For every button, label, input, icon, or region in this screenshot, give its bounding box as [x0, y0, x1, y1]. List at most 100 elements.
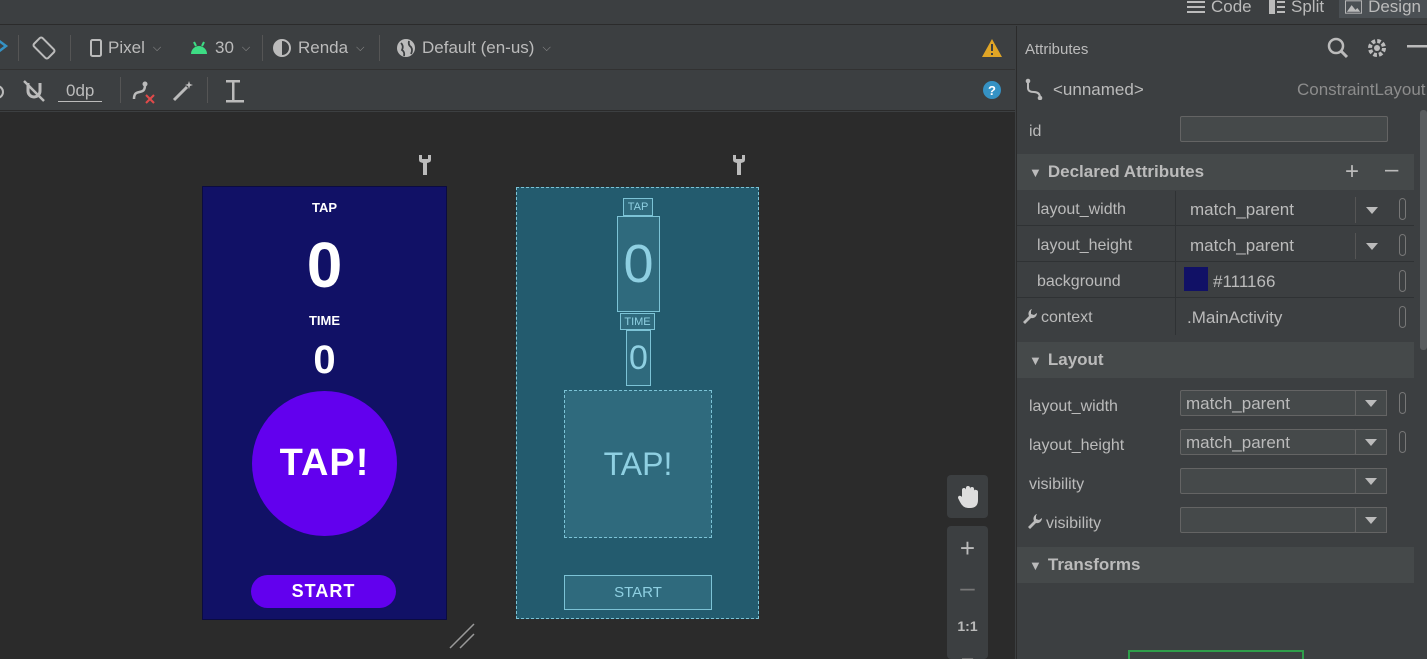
wrench-icon[interactable] [732, 154, 746, 176]
layout-width-dropdown[interactable] [1355, 197, 1387, 223]
layout-height-dropdown[interactable] [1355, 429, 1387, 455]
code-lines-icon [1187, 1, 1205, 13]
reference-toggle[interactable] [1399, 306, 1406, 328]
wrench-icon[interactable] [418, 154, 432, 176]
time-label: TIME [308, 313, 341, 328]
render-mode-selector[interactable]: Renda ⌵ [272, 36, 364, 60]
zoom-in-icon[interactable]: + [947, 534, 988, 562]
blueprint-tap-count[interactable]: 0 [617, 216, 660, 312]
minimize-icon[interactable] [1407, 45, 1427, 49]
reference-toggle[interactable] [1399, 198, 1406, 220]
blueprint-time-label[interactable]: TIME [620, 313, 655, 330]
gear-icon[interactable] [1366, 37, 1388, 59]
visibility-field[interactable] [1180, 468, 1356, 494]
separator [262, 35, 263, 61]
separator [18, 35, 19, 61]
collapse-triangle-icon: ▼ [1029, 557, 1042, 573]
add-attribute-icon[interactable]: + [1345, 158, 1359, 186]
view-options-icon[interactable] [0, 82, 8, 102]
declared-layout-width-value[interactable]: match_parent [1190, 200, 1294, 220]
design-mode-button[interactable]: Design [1339, 0, 1427, 18]
design-canvas[interactable] [0, 112, 1015, 659]
resize-handle-icon[interactable] [448, 622, 476, 650]
zoom-reset-button[interactable]: 1:1 [947, 618, 988, 634]
start-button[interactable]: START [251, 575, 396, 608]
remove-attribute-icon[interactable]: – [1385, 156, 1398, 184]
declared-attributes-section[interactable]: ▼ Declared Attributes + – [1017, 154, 1414, 190]
reference-toggle[interactable] [1399, 431, 1406, 453]
attributes-title: Attributes [1025, 41, 1089, 58]
layout-section[interactable]: ▼ Layout [1017, 342, 1414, 378]
attributes-scrollbar[interactable] [1420, 110, 1427, 350]
separator [207, 77, 208, 103]
column-divider [1175, 191, 1176, 335]
orientation-icon[interactable] [31, 35, 57, 61]
layout-title: Layout [1047, 350, 1104, 369]
layout-width-label: layout_width [1029, 398, 1118, 415]
theme-icon [273, 39, 291, 57]
search-icon[interactable] [1327, 37, 1349, 59]
layers-icon[interactable] [0, 38, 10, 58]
collapse-triangle-icon: ▼ [1029, 352, 1042, 368]
layout-width-field[interactable]: match_parent [1180, 390, 1356, 416]
transforms-title: Transforms [1047, 555, 1141, 574]
split-icon [1269, 0, 1285, 14]
clear-constraints-icon[interactable] [131, 79, 157, 105]
svg-text:?: ? [988, 83, 996, 98]
row-divider [1017, 225, 1414, 226]
zoom-out-icon[interactable]: – [947, 573, 988, 601]
reference-toggle[interactable] [1399, 270, 1406, 292]
layout-width-dropdown[interactable] [1355, 390, 1387, 416]
code-mode-button[interactable]: Code [1187, 0, 1252, 18]
split-mode-button[interactable]: Split [1269, 0, 1324, 18]
api-level-selector[interactable]: 30 ⌵ [189, 36, 250, 60]
separator [120, 77, 121, 103]
locale-selector[interactable]: Default (en-us) ⌵ [396, 36, 551, 60]
declared-layout-height-value[interactable]: match_parent [1190, 236, 1294, 256]
design-mode-label: Design [1368, 0, 1421, 16]
color-swatch[interactable] [1184, 267, 1208, 291]
declared-background-value[interactable]: #111166 [1213, 272, 1275, 292]
warning-icon[interactable] [981, 38, 1003, 58]
chevron-down-icon: ⌵ [241, 41, 251, 54]
layout-width-value: match_parent [1186, 394, 1290, 413]
chevron-down-icon [1365, 516, 1377, 524]
transforms-section[interactable]: ▼ Transforms [1017, 547, 1414, 583]
reference-toggle[interactable] [1399, 392, 1406, 414]
phone-icon [90, 39, 102, 57]
tools-visibility-field[interactable] [1180, 507, 1356, 533]
blueprint-preview[interactable]: TAP 0 TIME 0 TAP! START [516, 187, 759, 619]
blueprint-tap-button[interactable]: TAP! [564, 390, 712, 538]
autoconnect-off-icon[interactable] [22, 79, 46, 103]
attributes-panel: Attributes <unnamed> ConstraintLayout id… [1016, 26, 1427, 659]
id-input[interactable] [1180, 116, 1388, 142]
blueprint-time-value[interactable]: 0 [626, 330, 651, 386]
declared-layout-height-label: layout_height [1037, 237, 1133, 254]
blueprint-start-button[interactable]: START [564, 575, 712, 610]
reference-toggle[interactable] [1399, 234, 1406, 256]
declared-context-value[interactable]: .MainActivity [1187, 308, 1282, 328]
magic-wand-icon[interactable] [171, 79, 195, 103]
device-selector[interactable]: Pixel ⌵ [90, 36, 161, 60]
default-margin-field[interactable]: 0dp [58, 79, 103, 103]
chevron-down-icon [1365, 206, 1378, 214]
help-icon[interactable]: ? [982, 80, 1002, 100]
pan-tool[interactable] [947, 475, 988, 518]
blueprint-tap-label[interactable]: TAP [623, 198, 653, 216]
visibility-dropdown[interactable] [1355, 468, 1387, 494]
android-icon [191, 41, 207, 54]
tools-visibility-dropdown[interactable] [1355, 507, 1387, 533]
layout-height-dropdown[interactable] [1355, 233, 1387, 259]
zoom-fit-icon[interactable]: – [947, 648, 988, 659]
locale-label: Default (en-us) [422, 38, 535, 57]
code-mode-label: Code [1211, 0, 1252, 16]
guidelines-icon[interactable] [224, 79, 246, 105]
layout-height-field[interactable]: match_parent [1180, 429, 1356, 455]
chevron-down-icon: ⌵ [542, 41, 551, 54]
transform-preview [1128, 650, 1304, 659]
design-preview[interactable]: TAP 0 TIME 0 TAP! START [203, 187, 446, 619]
tap-button[interactable]: TAP! [252, 391, 397, 536]
wrench-icon [1028, 514, 1043, 529]
tap-count: 0 [306, 229, 343, 301]
image-icon [1345, 0, 1363, 14]
